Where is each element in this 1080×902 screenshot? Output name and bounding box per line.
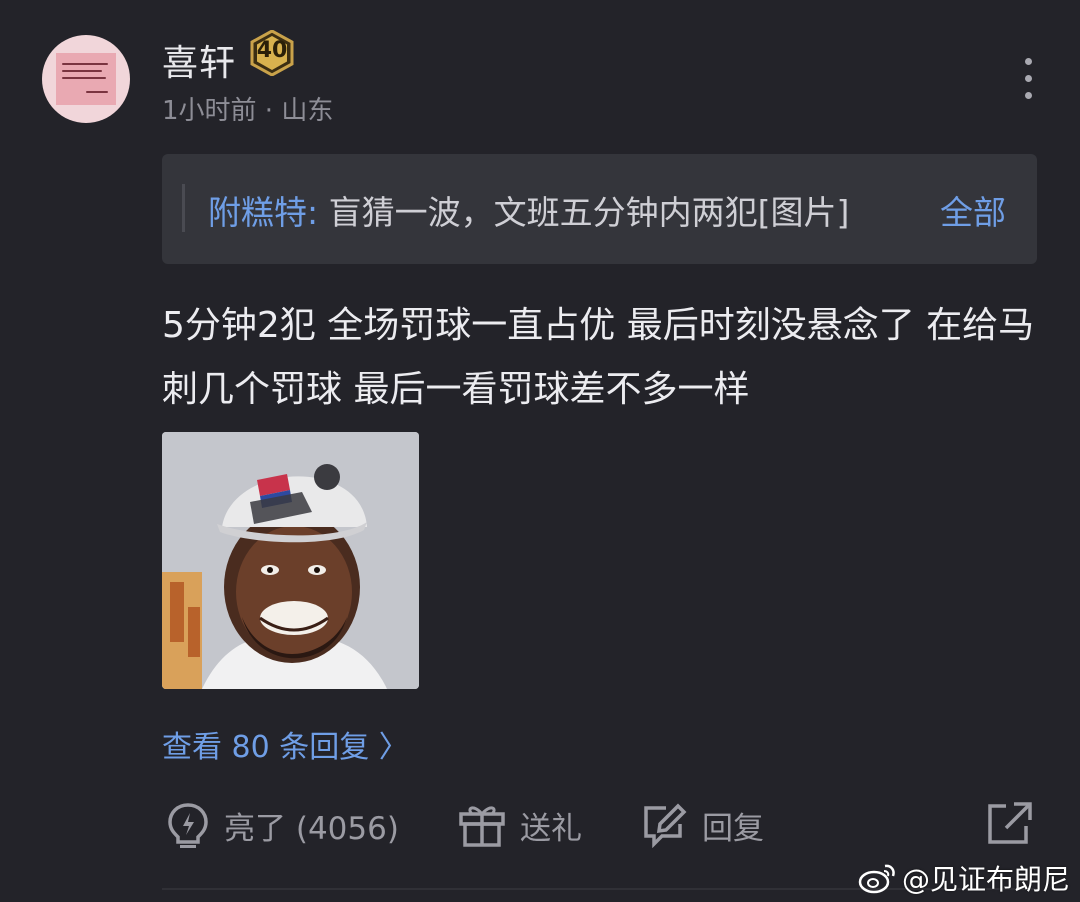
photo-illustration <box>162 432 419 689</box>
view-replies-link[interactable]: 查看 80 条回复 〉 <box>162 722 409 766</box>
expand-all-link[interactable]: 全部 <box>940 186 1006 234</box>
weibo-logo-icon <box>858 864 895 894</box>
level-number: 40 <box>256 38 288 63</box>
reply-button[interactable]: 回复 <box>640 800 764 850</box>
gift-icon <box>459 806 505 847</box>
quoted-comment[interactable]: 附糕特: 盲猜一波，文班五分钟内两犯[图片] 全部 <box>162 154 1037 264</box>
reply-label: 回复 <box>702 810 764 847</box>
level-badge: 40 <box>249 30 295 76</box>
avatar[interactable] <box>42 35 130 123</box>
comment-card: 喜轩 40 1小时前 · 山东 附糕特: 盲猜一波，文班五分钟内两犯[图片] 全… <box>0 0 1080 902</box>
like-count: 亮了 (4056) <box>224 810 399 847</box>
weibo-watermark: @见证布朗尼 <box>858 858 1070 898</box>
like-button[interactable]: 亮了 (4056) <box>166 800 399 850</box>
lightbulb-icon <box>168 803 208 848</box>
watermark-text: @见证布朗尼 <box>902 863 1071 896</box>
comment-body: 5分钟2犯 全场罚球一直占优 最后时刻没悬念了 在给马刺几个罚球 最后一看罚球差… <box>162 305 1035 410</box>
gift-button[interactable]: 送礼 <box>458 800 582 850</box>
username[interactable]: 喜轩 <box>162 34 236 86</box>
post-meta: 1小时前 · 山东 <box>162 96 334 126</box>
quote-content: 盲猜一波，文班五分钟内两犯[图片] <box>318 193 850 232</box>
quote-bar <box>182 184 185 232</box>
more-options-icon[interactable] <box>1018 58 1040 102</box>
reply-edit-icon <box>644 803 687 848</box>
quote-text: 附糕特: 盲猜一波，文班五分钟内两犯[图片] <box>208 186 928 234</box>
share-icon[interactable] <box>986 800 1034 846</box>
avatar-note-image <box>56 53 116 105</box>
quote-author[interactable]: 附糕特: <box>208 193 318 232</box>
gift-label: 送礼 <box>520 810 582 847</box>
attached-photo[interactable] <box>162 432 419 689</box>
